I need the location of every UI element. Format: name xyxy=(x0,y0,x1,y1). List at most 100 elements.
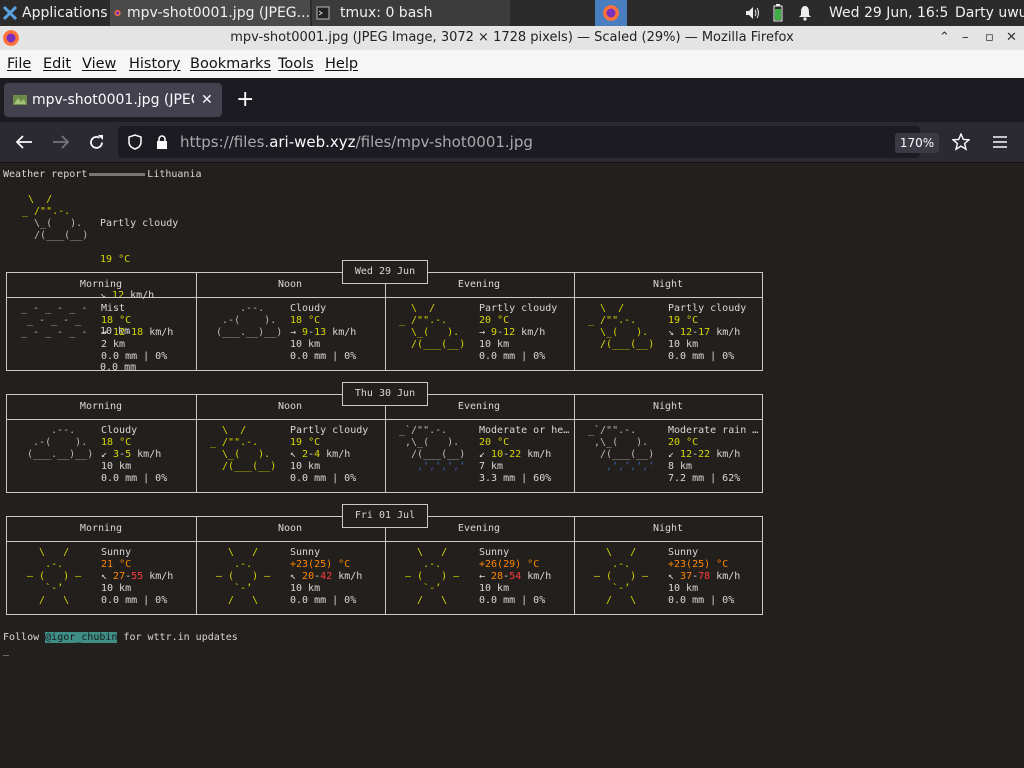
clock[interactable]: Wed 29 Jun, 16:57 xyxy=(829,0,947,26)
weather-ascii-art: \ / .-. ― ( ) ― `-’ / \ xyxy=(588,547,649,606)
forecast-temperature: +26(29) xyxy=(479,559,522,570)
forecast-precipitation: 0.0 mm | 0% xyxy=(290,473,357,484)
tab-active[interactable]: mpv-shot0001.jpg (JPEG ✕ xyxy=(4,83,222,117)
weather-location: Lithuania xyxy=(147,169,202,180)
forward-arrow-icon[interactable] xyxy=(52,134,70,150)
forecast-wind-max: 78 xyxy=(698,571,711,582)
forecast-temperature: 20 xyxy=(668,437,681,448)
forecast-date-label: Wed 29 Jun xyxy=(342,260,428,284)
forecast-temperature: 21 xyxy=(101,559,114,570)
close-icon[interactable]: ✕ xyxy=(1006,26,1017,50)
taskbar-window-title: mpv-shot0001.jpg (JPEG... xyxy=(127,5,310,21)
url-path: /files/mpv-shot0001.jpg xyxy=(355,133,533,151)
forecast-visibility: 10 km xyxy=(479,583,510,594)
firefox-icon xyxy=(603,5,619,21)
bookmark-star-icon[interactable] xyxy=(952,133,970,151)
menu-tools[interactable]: Tools xyxy=(278,50,314,78)
url-bar[interactable]: https://files.ari-web.xyz/files/mpv-shot… xyxy=(118,126,939,158)
twitter-handle-link[interactable]: @igor_chubin xyxy=(45,632,118,643)
forecast-visibility: 10 km xyxy=(101,583,132,594)
hamburger-menu-icon[interactable] xyxy=(992,135,1008,149)
forecast-precipitation: 0.0 mm | 0% xyxy=(290,351,357,362)
window-titlebar[interactable]: mpv-shot0001.jpg (JPEG Image, 3072 × 172… xyxy=(0,26,1024,50)
forecast-wind-direction: → xyxy=(101,327,114,338)
url-domain: ari-web.xyz xyxy=(269,133,356,151)
forecast-wind-direction: ↘ xyxy=(668,327,681,338)
forecast-condition: Sunny xyxy=(479,547,510,558)
forecast-condition: Partly cloudy xyxy=(668,303,747,314)
lock-icon[interactable] xyxy=(156,134,168,150)
minimize-icon[interactable]: – xyxy=(962,26,969,50)
forecast-precipitation: 0.0 mm | 0% xyxy=(101,351,168,362)
forecast-wind-direction: ↖ xyxy=(290,571,303,582)
applications-menu[interactable]: Applications xyxy=(2,0,108,26)
forecast-precipitation: 0.0 mm | 0% xyxy=(479,351,546,362)
forecast-wind-max: 22 xyxy=(509,449,522,460)
tab-close-icon[interactable]: ✕ xyxy=(201,83,213,117)
menu-file[interactable]: File xyxy=(7,50,31,78)
menu-history[interactable]: History xyxy=(129,50,181,78)
url-prefix: https://files. xyxy=(180,133,270,151)
forecast-visibility: 10 km xyxy=(290,583,321,594)
menu-edit[interactable]: Edit xyxy=(43,50,71,78)
forecast-period-label: Night xyxy=(652,401,684,412)
forecast-condition: Sunny xyxy=(101,547,132,558)
forecast-precipitation: 0.0 mm | 0% xyxy=(479,595,546,606)
weather-report-header: Weather report Lithuania xyxy=(3,169,201,180)
forecast-wind-max: 22 xyxy=(698,449,711,460)
forecast-precipitation: 0.0 mm | 0% xyxy=(101,473,168,484)
reload-icon[interactable] xyxy=(88,134,105,151)
forecast-cell-details: Sunny 21 °C ↖ 27-55 km/h 10 km 0.0 mm | 0% xyxy=(101,547,174,606)
forecast-precipitation: 3.3 mm | 60% xyxy=(479,473,552,484)
notification-bell-icon[interactable] xyxy=(798,0,814,26)
applications-label: Applications xyxy=(22,5,108,21)
forecast-visibility: 10 km xyxy=(290,461,321,472)
current-temperature: 19 xyxy=(100,254,113,265)
back-arrow-icon[interactable] xyxy=(15,134,33,150)
chevron-up-icon[interactable]: ⌃ xyxy=(939,26,950,50)
weather-footer: Follow @igor_chubin for wttr.in updates xyxy=(3,632,238,643)
forecast-wind-min: 10 xyxy=(491,449,504,460)
forecast-wind-min: 20 xyxy=(302,571,315,582)
forecast-wind-direction: ↙ xyxy=(101,449,114,460)
forecast-visibility: 10 km xyxy=(290,339,321,350)
taskbar-window-title: tmux: 0 bash xyxy=(340,5,433,21)
menu-view[interactable]: View xyxy=(82,50,116,78)
forecast-date-label: Thu 30 Jun xyxy=(342,382,428,406)
forecast-temperature: 19 xyxy=(290,437,303,448)
menu-help[interactable]: Help xyxy=(325,50,358,78)
forecast-visibility: 10 km xyxy=(668,339,699,350)
weather-ascii-art: \ / _ /"".-. \_( ). /(___(__) xyxy=(210,425,277,472)
workspace-firefox-button[interactable] xyxy=(595,0,627,26)
current-weather: \ / _ /"".-. \_( ). /(___(__) Partly clou… xyxy=(22,194,179,373)
menu-bookmarks[interactable]: Bookmarks xyxy=(190,50,271,78)
current-condition: Partly cloudy xyxy=(100,218,179,229)
maximize-icon[interactable]: ▫ xyxy=(985,26,994,50)
taskbar-window-tmux[interactable]: tmux: 0 bash xyxy=(312,0,510,26)
shield-icon[interactable] xyxy=(128,134,142,150)
taskbar-window-firefox[interactable]: mpv-shot0001.jpg (JPEG... xyxy=(110,0,310,26)
new-tab-icon[interactable]: + xyxy=(236,78,254,122)
forecast-period-label: Night xyxy=(652,279,684,290)
forecast-condition: Partly cloudy xyxy=(290,425,369,436)
window-title: mpv-shot0001.jpg (JPEG Image, 3072 × 172… xyxy=(230,30,794,45)
forecast-date-label: Fri 01 Jul xyxy=(342,504,428,528)
forecast-wind-direction: → xyxy=(290,327,303,338)
forecast-wind-direction: ↙ xyxy=(668,449,681,460)
forecast-visibility: 2 km xyxy=(101,339,126,350)
forecast-wind-direction: ↖ xyxy=(101,571,114,582)
user-name[interactable]: Darty uwu xyxy=(955,0,1024,26)
weather-ascii-art: \ / _ /"".-. \_( ). /(___(__) xyxy=(399,303,466,350)
weather-ascii-art: .--. .-( ). (___.__)__) xyxy=(21,425,94,460)
forecast-wind-direction: ↖ xyxy=(668,571,681,582)
forecast-condition: Sunny xyxy=(290,547,321,558)
weather-ascii-art: \ / .-. ― ( ) ― `-’ / \ xyxy=(399,547,460,606)
forecast-wind-min: 12 xyxy=(113,327,126,338)
forecast-temperature: 18 xyxy=(101,315,114,326)
weather-ascii-art: _ - _ - _ - _ - _ - _ _ - _ - _ - xyxy=(21,303,88,338)
volume-icon[interactable] xyxy=(744,0,764,26)
forecast-wind-min: 12 xyxy=(680,449,693,460)
zoom-level-indicator[interactable]: 170% xyxy=(895,133,939,153)
forecast-temperature: 18 xyxy=(101,437,114,448)
battery-icon[interactable] xyxy=(773,0,787,26)
